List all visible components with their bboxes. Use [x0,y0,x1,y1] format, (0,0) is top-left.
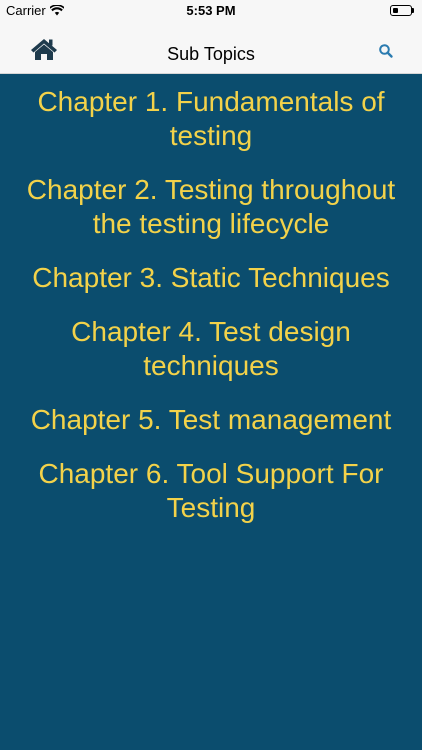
topic-chapter-1[interactable]: Chapter 1. Fundamentals of testing [21,85,401,153]
battery-tip [412,8,414,13]
search-button[interactable] [378,43,394,59]
battery-fill [393,8,398,13]
topics-content: Chapter 1. Fundamentals of testing Chapt… [0,75,422,750]
topic-chapter-2[interactable]: Chapter 2. Testing throughout the testin… [21,173,401,241]
topic-chapter-4[interactable]: Chapter 4. Test design techniques [21,315,401,383]
status-time: 5:53 PM [186,3,236,18]
topic-chapter-3[interactable]: Chapter 3. Static Techniques [21,261,401,295]
topic-chapter-6[interactable]: Chapter 6. Tool Support For Testing [21,457,401,525]
search-icon [379,44,393,58]
topic-list: Chapter 1. Fundamentals of testing Chapt… [0,85,422,545]
page-title: Sub Topics [167,44,255,64]
battery-icon [390,5,414,17]
topic-chapter-5[interactable]: Chapter 5. Test management [21,403,401,437]
navigation-bar: Sub Topics [0,22,422,74]
status-bar: Carrier 5:53 PM [0,0,422,22]
battery-outline [390,5,412,16]
